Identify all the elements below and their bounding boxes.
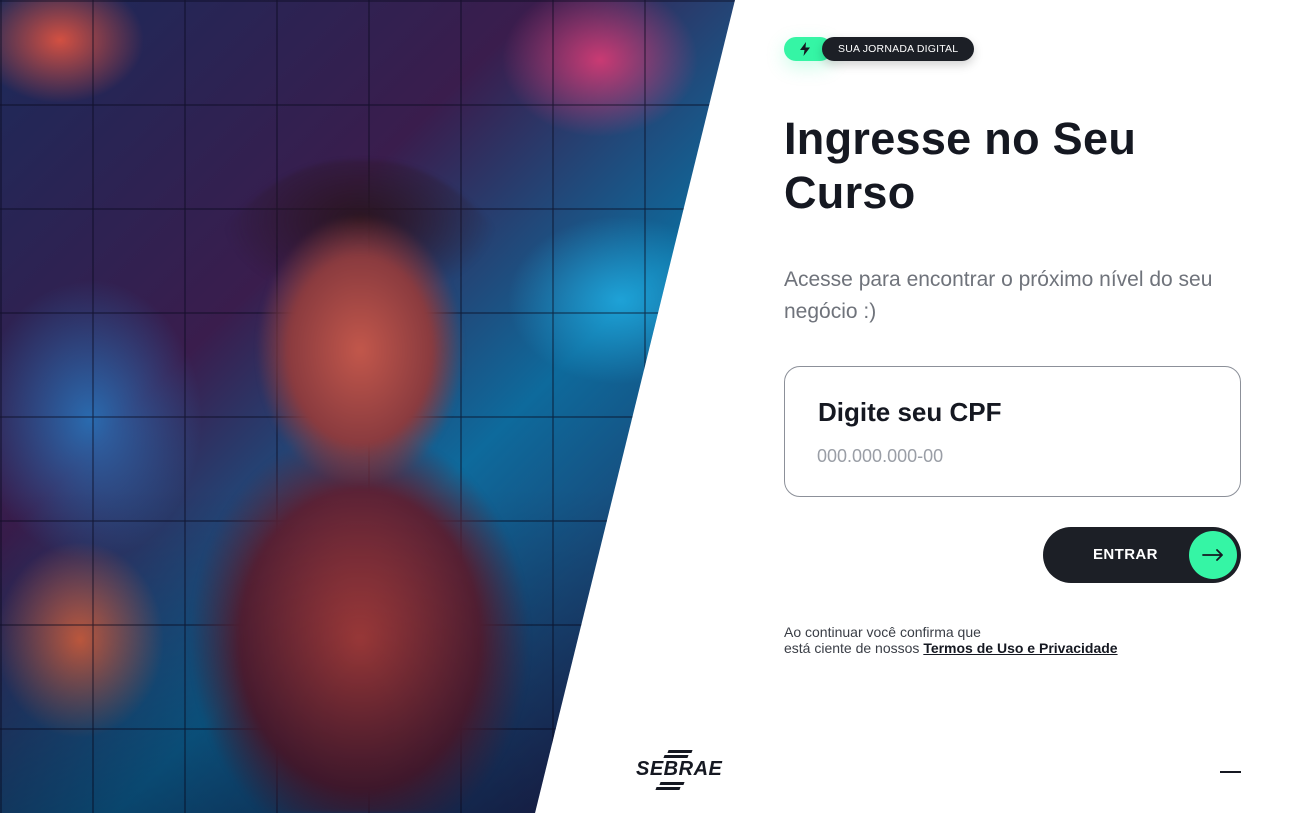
- logo-bar-bottom: [655, 787, 681, 790]
- terms-line-2-text: está ciente de nossos: [784, 640, 920, 656]
- terms-line-1: Ao continuar você confirma que: [784, 624, 981, 640]
- enter-button[interactable]: ENTRAR: [1043, 527, 1241, 583]
- page-subtitle: Acesse para encontrar o próximo nível do…: [784, 268, 1213, 323]
- minimize-icon[interactable]: [1220, 771, 1241, 773]
- terms-line-2: está ciente de nossos Termos de Uso e Pr…: [784, 640, 1118, 656]
- badge-label: SUA JORNADA DIGITAL: [822, 37, 975, 61]
- logo-text: SEBRAE: [636, 758, 723, 780]
- cpf-label: Digite seu CPF: [818, 397, 1002, 427]
- bolt-icon-svg: [800, 42, 810, 56]
- arrow-right-icon-svg: [1202, 549, 1223, 561]
- sebrae-logo: SEBRAE: [636, 748, 722, 790]
- terms-notice: Ao continuar você confirma que está cien…: [784, 624, 1118, 656]
- page-title: Ingresse no Seu Curso: [784, 113, 1137, 218]
- cpf-field-container[interactable]: Digite seu CPF: [784, 366, 1241, 497]
- logo-bar-top: [667, 750, 693, 753]
- terms-link[interactable]: Termos de Uso e Privacidade: [923, 640, 1117, 656]
- enter-button-label: ENTRAR: [1093, 546, 1158, 563]
- journey-badge: SUA JORNADA DIGITAL: [784, 37, 975, 61]
- logo-bar-lower: [659, 782, 685, 785]
- hero-shade: [0, 0, 735, 813]
- hero-photo: [0, 0, 735, 813]
- arrow-right-icon: [1189, 531, 1237, 579]
- cpf-input[interactable]: [817, 443, 1197, 469]
